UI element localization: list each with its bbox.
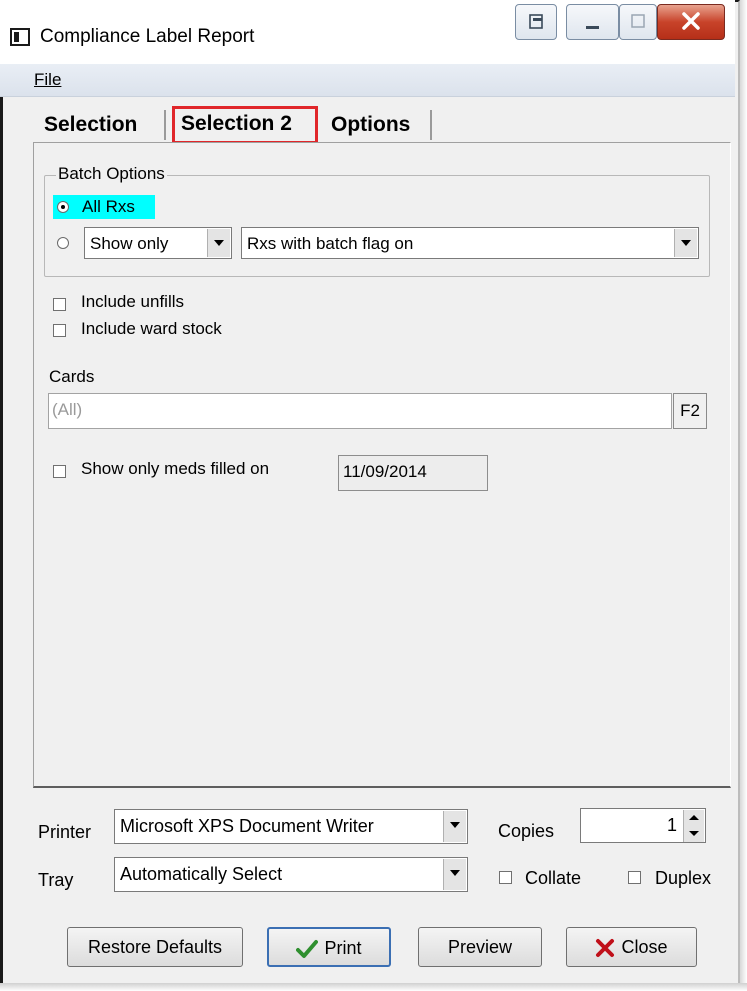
show-only-radio[interactable] — [57, 237, 69, 249]
preview-label: Preview — [447, 937, 513, 957]
print-label: Print — [324, 938, 362, 958]
minimize-icon — [586, 26, 599, 29]
maximize-icon — [631, 14, 645, 28]
print-check-icon — [296, 940, 319, 959]
tab-options-label: Options — [331, 113, 411, 136]
restore-down-button[interactable] — [515, 4, 557, 40]
tray-select-value: Automatically Select — [120, 864, 283, 884]
close-label: Close — [621, 937, 668, 957]
tab-divider — [164, 110, 166, 140]
tab-selection-2[interactable]: Selection 2 — [172, 106, 318, 144]
cards-lookup-button[interactable]: F2 — [673, 393, 707, 429]
include-unfills-label: Include unfills — [81, 292, 185, 311]
copies-stepper[interactable]: 1 — [580, 808, 706, 843]
printer-select[interactable]: Microsoft XPS Document Writer — [114, 809, 468, 844]
restore-defaults-label: Restore Defaults — [87, 937, 223, 957]
copies-value: 1 — [666, 815, 677, 835]
restore-defaults-button[interactable]: Restore Defaults — [67, 927, 243, 967]
cards-input[interactable]: (All) — [48, 393, 672, 429]
chevron-down-icon — [674, 229, 697, 257]
close-button[interactable]: Close — [566, 927, 697, 967]
show-only-select-value: Show only — [90, 234, 169, 253]
tab-selection[interactable]: Selection — [44, 113, 137, 137]
duplex-label: Duplex — [655, 868, 712, 888]
printer-select-value: Microsoft XPS Document Writer — [120, 816, 374, 836]
preview-button[interactable]: Preview — [418, 927, 542, 967]
tab-selection-label: Selection — [44, 113, 138, 136]
include-ward-stock-checkbox[interactable] — [53, 324, 66, 337]
tray-label: Tray — [38, 870, 74, 890]
window-title: Compliance Label Report — [40, 26, 255, 47]
window-shadow-right — [740, 0, 747, 991]
close-x-icon — [596, 939, 615, 958]
chevron-down-icon — [207, 229, 230, 257]
show-only-meds-filled-on-checkbox[interactable] — [53, 465, 66, 478]
menu-file[interactable]: File — [34, 70, 61, 90]
window-shadow-bottom — [0, 983, 747, 991]
tab-selection-2-label: Selection 2 — [181, 112, 292, 135]
chevron-down-icon — [443, 859, 466, 890]
restore-icon — [529, 14, 543, 29]
tab-divider — [430, 110, 432, 140]
batch-flag-select-value: Rxs with batch flag on — [247, 234, 414, 253]
app-icon — [10, 28, 30, 46]
batch-options-legend: Batch Options — [56, 164, 167, 184]
copies-label: Copies — [498, 821, 555, 841]
menu-bar: File — [0, 64, 735, 97]
print-button[interactable]: Print — [267, 927, 391, 967]
batch-options-group — [44, 175, 710, 277]
collate-label: Collate — [525, 868, 582, 888]
printer-label: Printer — [38, 822, 92, 842]
cards-label: Cards — [49, 367, 95, 386]
close-icon — [682, 12, 700, 30]
stepper-up-icon[interactable] — [683, 810, 704, 826]
duplex-checkbox[interactable] — [628, 871, 641, 884]
stepper-down-icon[interactable] — [683, 826, 704, 842]
cards-value: (All) — [52, 400, 83, 419]
window-close-button[interactable] — [657, 4, 725, 40]
filled-on-date-value: 11/09/2014 — [343, 462, 427, 481]
include-ward-stock-label: Include ward stock — [81, 319, 222, 338]
show-only-select[interactable]: Show only — [84, 227, 232, 259]
tab-options[interactable]: Options — [331, 113, 410, 137]
tray-select[interactable]: Automatically Select — [114, 857, 468, 892]
filled-on-date-field[interactable]: 11/09/2014 — [338, 455, 488, 491]
chevron-down-icon — [443, 811, 466, 842]
batch-flag-select[interactable]: Rxs with batch flag on — [241, 227, 699, 259]
minimize-button[interactable] — [566, 4, 619, 40]
collate-checkbox[interactable] — [499, 871, 512, 884]
include-unfills-checkbox[interactable] — [53, 298, 66, 311]
all-rxs-radio[interactable] — [57, 201, 69, 213]
all-rxs-label: All Rxs — [82, 197, 135, 216]
maximize-button[interactable] — [619, 4, 657, 40]
show-only-meds-filled-on-label: Show only meds filled on — [81, 459, 270, 478]
title-bar: Compliance Label Report — [0, 0, 735, 64]
